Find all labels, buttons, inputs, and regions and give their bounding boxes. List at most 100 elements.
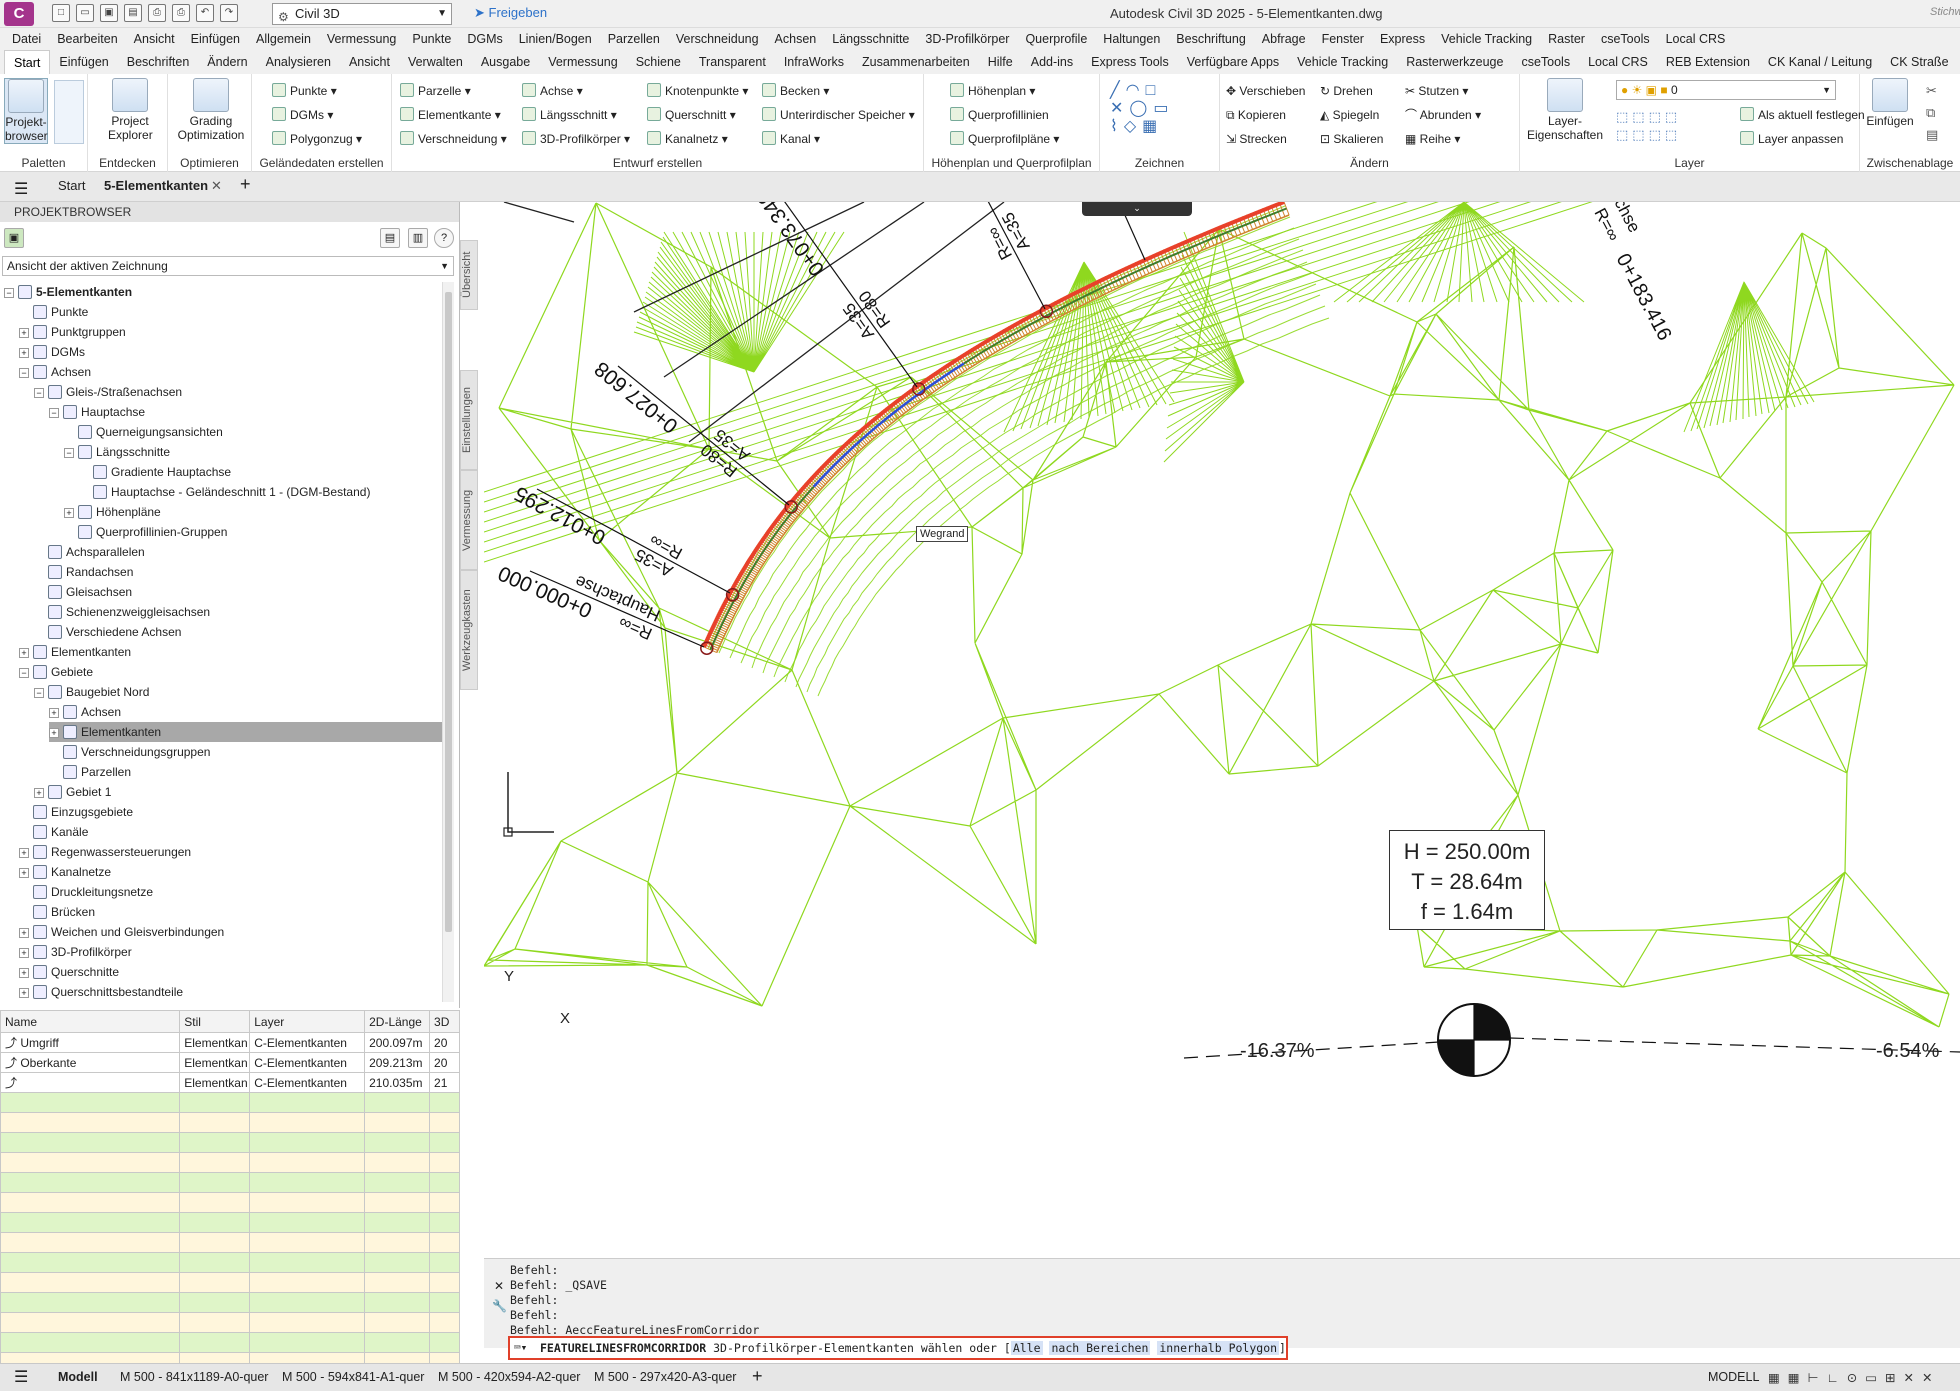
table-header-cell[interactable]: 3D (429, 1010, 460, 1033)
corridor-road[interactable] (700, 202, 1290, 655)
tree-node[interactable]: + Achsen (49, 702, 121, 722)
expand-icon[interactable] (49, 746, 59, 756)
layer-properties-button[interactable]: Layer- Eigenschaften (1526, 78, 1604, 142)
ribbon-parzelle[interactable]: Parzelle ▾ (400, 82, 471, 100)
menu-item-12[interactable]: Längsschnitte (826, 28, 919, 50)
expand-icon[interactable]: − (19, 668, 29, 678)
menu-item-16[interactable]: Beschriftung (1170, 28, 1255, 50)
menu-item-2[interactable]: Ansicht (128, 28, 185, 50)
expand-icon[interactable] (79, 486, 89, 496)
app-logo[interactable]: C (4, 2, 34, 26)
tree-node[interactable]: − Baugebiet Nord (34, 682, 149, 702)
expand-icon[interactable] (49, 766, 59, 776)
help-icon[interactable]: ? (434, 228, 454, 248)
menu-item-14[interactable]: Querprofile (1019, 28, 1097, 50)
tree-node[interactable]: Einzugsgebiete (19, 802, 133, 822)
tree-node[interactable]: Kanäle (19, 822, 88, 842)
ribbon-speicher[interactable]: Unterirdischer Speicher ▾ (762, 106, 915, 124)
tree-node[interactable]: − Achsen (19, 362, 91, 382)
ribbon-achse[interactable]: Achse ▾ (522, 82, 583, 100)
command-input[interactable]: ⌨▾ FEATURELINESFROMCORRIDOR 3D-Profilkör… (508, 1336, 1288, 1360)
ribbon-becken[interactable]: Becken ▾ (762, 82, 829, 100)
ribbon-spiegeln[interactable]: ◭ Spiegeln (1320, 106, 1379, 124)
tree-node[interactable]: + Regenwassersteuerungen (19, 842, 191, 862)
table-header-cell[interactable]: Stil (179, 1010, 251, 1033)
ribbon-stutzen[interactable]: ✂ Stutzen ▾ (1405, 82, 1468, 100)
ribbon-querschnitt[interactable]: Querschnitt ▾ (647, 106, 736, 124)
menu-item-20[interactable]: Vehicle Tracking (1435, 28, 1542, 50)
ribbon-tab-15[interactable]: Express Tools (1082, 50, 1178, 74)
ribbon-tab-12[interactable]: Zusammenarbeiten (853, 50, 979, 74)
expand-icon[interactable] (64, 526, 74, 536)
ribbon-als-aktuell[interactable]: Als aktuell festlegen (1740, 106, 1865, 124)
layout-tab-a1[interactable]: M 500 - 594x841-A1-quer (282, 1370, 424, 1384)
ribbon-verschieben[interactable]: ✥ Verschieben (1226, 82, 1305, 100)
ribbon-tab-0[interactable]: Start (4, 50, 51, 74)
tree-node[interactable]: + Elementkanten (49, 722, 442, 742)
ribbon-querprofillinien[interactable]: Querprofillinien (950, 106, 1049, 124)
expand-icon[interactable]: − (34, 688, 44, 698)
command-option-polygon[interactable]: innerhalb Polygon (1157, 1341, 1280, 1355)
prospector-list-icon[interactable]: ▥ (408, 228, 428, 248)
ribbon-tab-6[interactable]: Verwalten (399, 50, 472, 74)
side-tab-einstellungen[interactable]: Einstellungen (460, 370, 478, 470)
tree-node[interactable]: Querneigungsansichten (64, 422, 223, 442)
save-as-icon[interactable]: ▤ (124, 4, 142, 22)
menu-item-18[interactable]: Fenster (1316, 28, 1374, 50)
close-icon[interactable]: ✕ (494, 1279, 504, 1293)
prospector-button[interactable]: Projekt- browser (4, 78, 48, 144)
new-tab-icon[interactable]: + (240, 174, 251, 195)
share-button[interactable]: ➤ Freigeben (474, 5, 547, 21)
search-input[interactable]: Stichw (1930, 6, 1960, 18)
ribbon-layer-anpassen[interactable]: Layer anpassen (1740, 130, 1843, 148)
tree-node[interactable]: +3D-Profilkörper (19, 942, 132, 962)
ribbon-knotenpunkte[interactable]: Knotenpunkte ▾ (647, 82, 748, 100)
expand-icon[interactable]: − (64, 448, 74, 458)
menu-icon[interactable]: ☰ (14, 179, 28, 199)
ribbon-skalieren[interactable]: ⊡ Skalieren (1320, 130, 1383, 148)
expand-icon[interactable]: + (19, 328, 29, 338)
tree-node[interactable]: Querprofillinien-Gruppen (64, 522, 227, 542)
tree-node[interactable]: Randachsen (34, 562, 133, 582)
ribbon-tab-13[interactable]: Hilfe (979, 50, 1022, 74)
save-icon[interactable]: ▣ (100, 4, 118, 22)
tree-node[interactable]: + Weichen und Gleisverbindungen (19, 922, 224, 942)
layout-tab-a0[interactable]: M 500 - 841x1189-A0-quer (120, 1370, 268, 1384)
expand-icon[interactable]: − (19, 368, 29, 378)
ribbon-elementkante[interactable]: Elementkante ▾ (400, 106, 501, 124)
ribbon-profilkoerper[interactable]: 3D-Profilkörper ▾ (522, 130, 630, 148)
project-explorer-button[interactable]: Project Explorer (108, 78, 153, 142)
tree-node[interactable]: Gradiente Hauptachse (79, 462, 231, 482)
draw-tools[interactable]: ╱◠□ ✕◯▭ ⌇◇▦ (1110, 82, 1210, 146)
tree-node[interactable]: Parzellen (49, 762, 131, 782)
clipboard-tools[interactable]: ✂ ⧉ ▤ (1926, 80, 1938, 146)
ribbon-tab-22[interactable]: CK Kanal / Leitung (1759, 50, 1881, 74)
ribbon-querprofilplaene[interactable]: Querprofilpläne ▾ (950, 130, 1059, 148)
expand-icon[interactable]: − (4, 288, 14, 298)
expand-icon[interactable]: + (49, 708, 59, 718)
table-header-cell[interactable]: Name (0, 1010, 181, 1033)
expand-icon[interactable] (19, 806, 29, 816)
ribbon-tab-8[interactable]: Vermessung (539, 50, 626, 74)
layer-select[interactable]: ● ☀ ▣ ■ 0 ▼ (1616, 80, 1836, 100)
menu-item-10[interactable]: Verschneidung (670, 28, 769, 50)
menu-item-15[interactable]: Haltungen (1097, 28, 1170, 50)
tree-node[interactable]: + Punktgruppen (19, 322, 126, 342)
viewport-controls[interactable]: ⌄ (1082, 202, 1192, 216)
tree-node[interactable]: + Querschnitte (19, 962, 119, 982)
tree-node[interactable]: − 5-Elementkanten (4, 282, 132, 302)
paste-button[interactable]: Einfügen (1862, 78, 1918, 128)
wrench-icon[interactable]: 🔧 (492, 1299, 507, 1313)
menu-item-22[interactable]: cseTools (1595, 28, 1660, 50)
tree-node[interactable]: Gleisachsen (34, 582, 132, 602)
grading-optimization-button[interactable]: Grading Optimization (176, 78, 246, 142)
status-tool-icons[interactable]: ▦▦⊢∟⊙▭⊞✕✕ (1768, 1370, 1940, 1385)
table-header-cell[interactable]: 2D-Länge (364, 1010, 431, 1033)
ribbon-hoehenplan[interactable]: Höhenplan ▾ (950, 82, 1035, 100)
ribbon-tab-14[interactable]: Add-ins (1022, 50, 1082, 74)
side-tab-uebersicht[interactable]: Übersicht (460, 240, 478, 310)
tree-scroll-thumb[interactable] (445, 292, 452, 932)
ribbon-punkte[interactable]: Punkte ▾ (272, 82, 337, 100)
expand-icon[interactable]: + (64, 508, 74, 518)
ribbon-dgms[interactable]: DGMs ▾ (272, 106, 333, 124)
